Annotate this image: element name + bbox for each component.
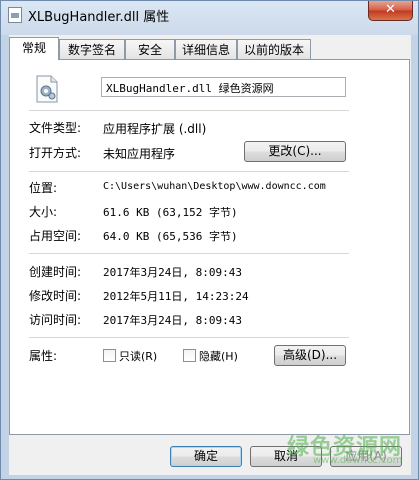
close-icon: ✕ <box>385 2 396 17</box>
size-value: 61.6 KB (63,152 字节) <box>103 206 238 219</box>
location-label: 位置: <box>29 181 58 195</box>
separator <box>29 253 349 254</box>
file-type-label: 文件类型: <box>29 121 82 135</box>
general-panel <box>9 59 410 435</box>
hidden-label[interactable]: 隐藏(H) <box>199 348 238 364</box>
tab-details[interactable]: 详细信息 <box>175 39 237 59</box>
file-name-field[interactable]: XLBugHandler.dll 绿色资源网 <box>101 77 346 97</box>
separator <box>29 337 349 338</box>
modified-label: 修改时间: <box>29 289 82 303</box>
modified-value: 2012年5月11日, 14:23:24 <box>103 290 249 303</box>
open-with-label: 打开方式: <box>29 146 82 160</box>
readonly-checkbox[interactable] <box>103 349 116 362</box>
size-on-disk-value: 64.0 KB (65,536 字节) <box>103 230 238 243</box>
tab-digital-signatures[interactable]: 数字签名 <box>59 39 125 59</box>
dll-file-icon <box>36 75 58 103</box>
accessed-label: 访问时间: <box>29 313 82 327</box>
created-label: 创建时间: <box>29 265 82 279</box>
title-bar[interactable]: XLBugHandler.dll 属性 ✕ <box>1 1 418 29</box>
file-type-value: 应用程序扩展 (.dll) <box>103 122 207 136</box>
hidden-checkbox[interactable] <box>183 349 196 362</box>
ok-button[interactable]: 确定 <box>170 446 242 467</box>
separator <box>29 110 349 111</box>
created-value: 2017年3月24日, 8:09:43 <box>103 266 242 279</box>
advanced-button[interactable]: 高级(D)... <box>274 345 346 366</box>
tab-security[interactable]: 安全 <box>125 39 175 59</box>
file-icon <box>8 7 22 23</box>
separator <box>29 171 349 172</box>
size-on-disk-label: 占用空间: <box>29 229 82 243</box>
watermark-url: www.downcc.com <box>313 455 403 466</box>
close-button[interactable]: ✕ <box>368 1 413 21</box>
readonly-label[interactable]: 只读(R) <box>119 348 157 364</box>
accessed-value: 2017年3月24日, 8:09:43 <box>103 314 242 327</box>
attributes-label: 属性: <box>29 349 58 363</box>
tab-previous-versions[interactable]: 以前的版本 <box>237 39 311 59</box>
window-title: XLBugHandler.dll 属性 <box>28 10 170 25</box>
properties-window: XLBugHandler.dll 属性 ✕ 常规 数字签名 安全 详细信息 以前… <box>0 0 419 480</box>
change-button[interactable]: 更改(C)... <box>244 141 346 162</box>
location-value: C:\Users\wuhan\Desktop\www.downcc.com <box>103 181 326 192</box>
tab-general[interactable]: 常规 <box>9 37 59 60</box>
open-with-value: 未知应用程序 <box>103 147 176 161</box>
size-label: 大小: <box>29 205 58 219</box>
